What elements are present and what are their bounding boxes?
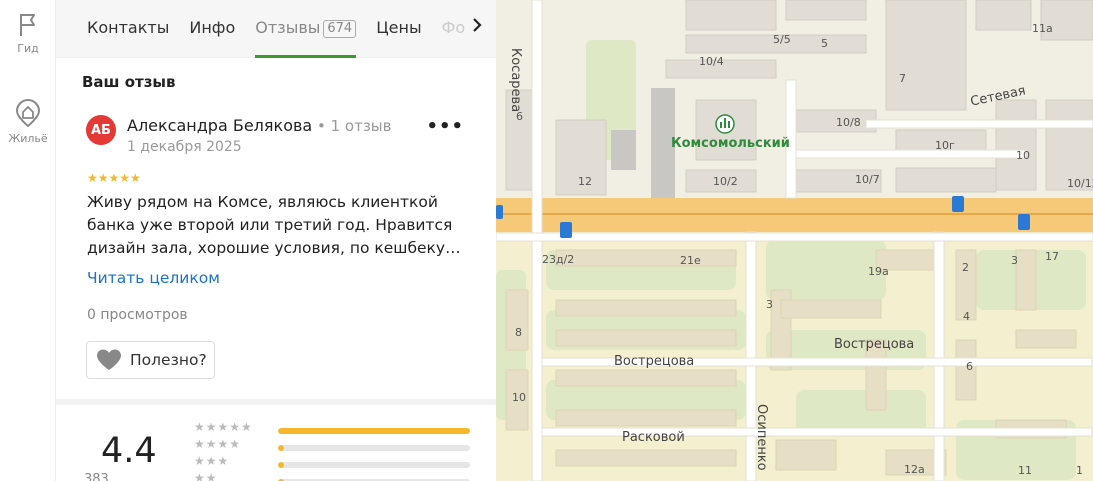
tab-label: Цены <box>376 18 422 37</box>
dist-bar <box>278 445 470 451</box>
dist-stars: ★★★ <box>194 454 230 468</box>
dist-bar <box>278 462 470 468</box>
map-house-number: 10/12 <box>1067 177 1093 190</box>
map-house-number: 17 <box>1045 250 1059 263</box>
dist-fill <box>278 462 284 468</box>
map-house-number: 10/7 <box>855 173 880 186</box>
helpful-label: Полезно? <box>130 351 207 369</box>
reviews-count-badge: 674 <box>323 20 357 38</box>
map-house-number: 21е <box>680 254 701 267</box>
tab-label: Отзывы <box>255 18 321 37</box>
map-street-label: Вострецова <box>614 354 695 369</box>
rail-item-label: Гид <box>17 42 39 55</box>
map-house-number: 5/5 <box>773 33 791 46</box>
dist-fill <box>278 445 284 451</box>
map-street-label: Косарева <box>508 48 523 113</box>
map-house-number: 6 <box>516 110 523 123</box>
map-house-number: 2 <box>962 261 969 274</box>
dist-stars: ★★★★★ <box>194 420 253 434</box>
rail-item-label: Жильё <box>8 132 48 145</box>
tab-prices[interactable]: Цены <box>376 0 421 58</box>
author-name[interactable]: Александра Белякова <box>127 116 312 135</box>
review-author[interactable]: Александра Белякова • 1 отзыв <box>127 116 392 135</box>
house-icon <box>15 98 41 128</box>
tab-bar: Контакты Инфо Отзывы 674 Цены Фо <box>56 0 496 58</box>
tab-photos[interactable]: Фо <box>442 0 466 58</box>
map-house-number: 10 <box>512 391 526 404</box>
dist-stars: ★★ <box>194 471 218 481</box>
map-house-number: 10 <box>1016 149 1030 162</box>
flag-icon <box>20 14 35 36</box>
rating-value: 4.4 <box>101 431 157 471</box>
map-house-number: 6 <box>966 360 973 373</box>
tab-reviews[interactable]: Отзывы 674 <box>255 0 357 58</box>
rail-item-gid[interactable]: Гид <box>0 12 56 55</box>
left-rail: Гид Жильё <box>0 0 56 481</box>
map-house-number: 5 <box>821 37 828 50</box>
heart-icon <box>97 349 121 370</box>
map-poi-label[interactable]: Комсомольский <box>671 136 790 151</box>
map-house-number: 1 <box>1076 464 1083 477</box>
map-house-number: 12 <box>578 175 592 188</box>
rating-distribution-row: ★★ <box>194 471 496 481</box>
map-street-label: Осипенко <box>754 404 769 471</box>
tab-label: Контакты <box>87 18 170 37</box>
map-house-number: 3 <box>766 298 773 311</box>
views-count: 0 просмотров <box>87 307 188 323</box>
section-title: Ваш отзыв <box>82 73 176 91</box>
tab-label: Инфо <box>189 18 236 37</box>
map-house-number: 3 <box>1011 254 1018 267</box>
map-house-number: 8 <box>515 326 522 339</box>
dist-stars: ★★★★ <box>194 437 242 451</box>
map-house-number: 10/2 <box>713 175 738 188</box>
map-house-number: 10г <box>935 139 955 152</box>
review-stars: ★★★★★ <box>87 171 141 185</box>
organization-panel: Контакты Инфо Отзывы 674 Цены Фо Ваш отзы… <box>56 0 496 481</box>
author-review-count: • 1 отзыв <box>312 117 392 135</box>
chevron-right-icon[interactable] <box>472 17 482 38</box>
map-house-number: 19а <box>868 265 889 278</box>
avatar[interactable]: АБ <box>86 115 116 145</box>
map[interactable]: Косарева Сетевая Вострецова Вострецова Р… <box>496 0 1093 481</box>
map-house-number: 23д/2 <box>542 253 575 266</box>
map-house-number: 12а <box>904 463 925 476</box>
map-street-label: Вострецова <box>834 337 915 352</box>
divider <box>56 399 496 405</box>
helpful-button[interactable]: Полезно? <box>86 341 215 379</box>
rating-count: 383 <box>84 472 109 481</box>
map-canvas[interactable] <box>496 0 1093 481</box>
dist-bar <box>278 428 470 434</box>
tab-label: Фо <box>441 18 466 37</box>
map-house-number: 4 <box>963 310 970 323</box>
map-house-number: 7 <box>899 72 906 85</box>
tab-info[interactable]: Инфо <box>189 0 235 58</box>
map-house-number: 11 <box>1018 464 1032 477</box>
review-date: 1 декабря 2025 <box>127 139 242 155</box>
review-text: Живу рядом на Комсе, являюсь клиенткой б… <box>87 193 461 257</box>
map-house-number: 11а <box>1032 22 1053 35</box>
rail-item-zhilye[interactable]: Жильё <box>0 98 56 145</box>
rating-distribution-row: ★★★ <box>194 454 496 475</box>
tab-contacts[interactable]: Контакты <box>87 0 169 58</box>
map-house-number: 10/4 <box>699 55 724 68</box>
rating-distribution-row: ★★★★ <box>194 437 496 458</box>
map-street-label: Расковой <box>622 430 685 445</box>
read-more-link[interactable]: Читать целиком <box>87 269 220 287</box>
more-options-icon[interactable]: ••• <box>426 116 464 137</box>
map-house-number: 10/8 <box>836 116 861 129</box>
dist-fill <box>278 428 470 434</box>
